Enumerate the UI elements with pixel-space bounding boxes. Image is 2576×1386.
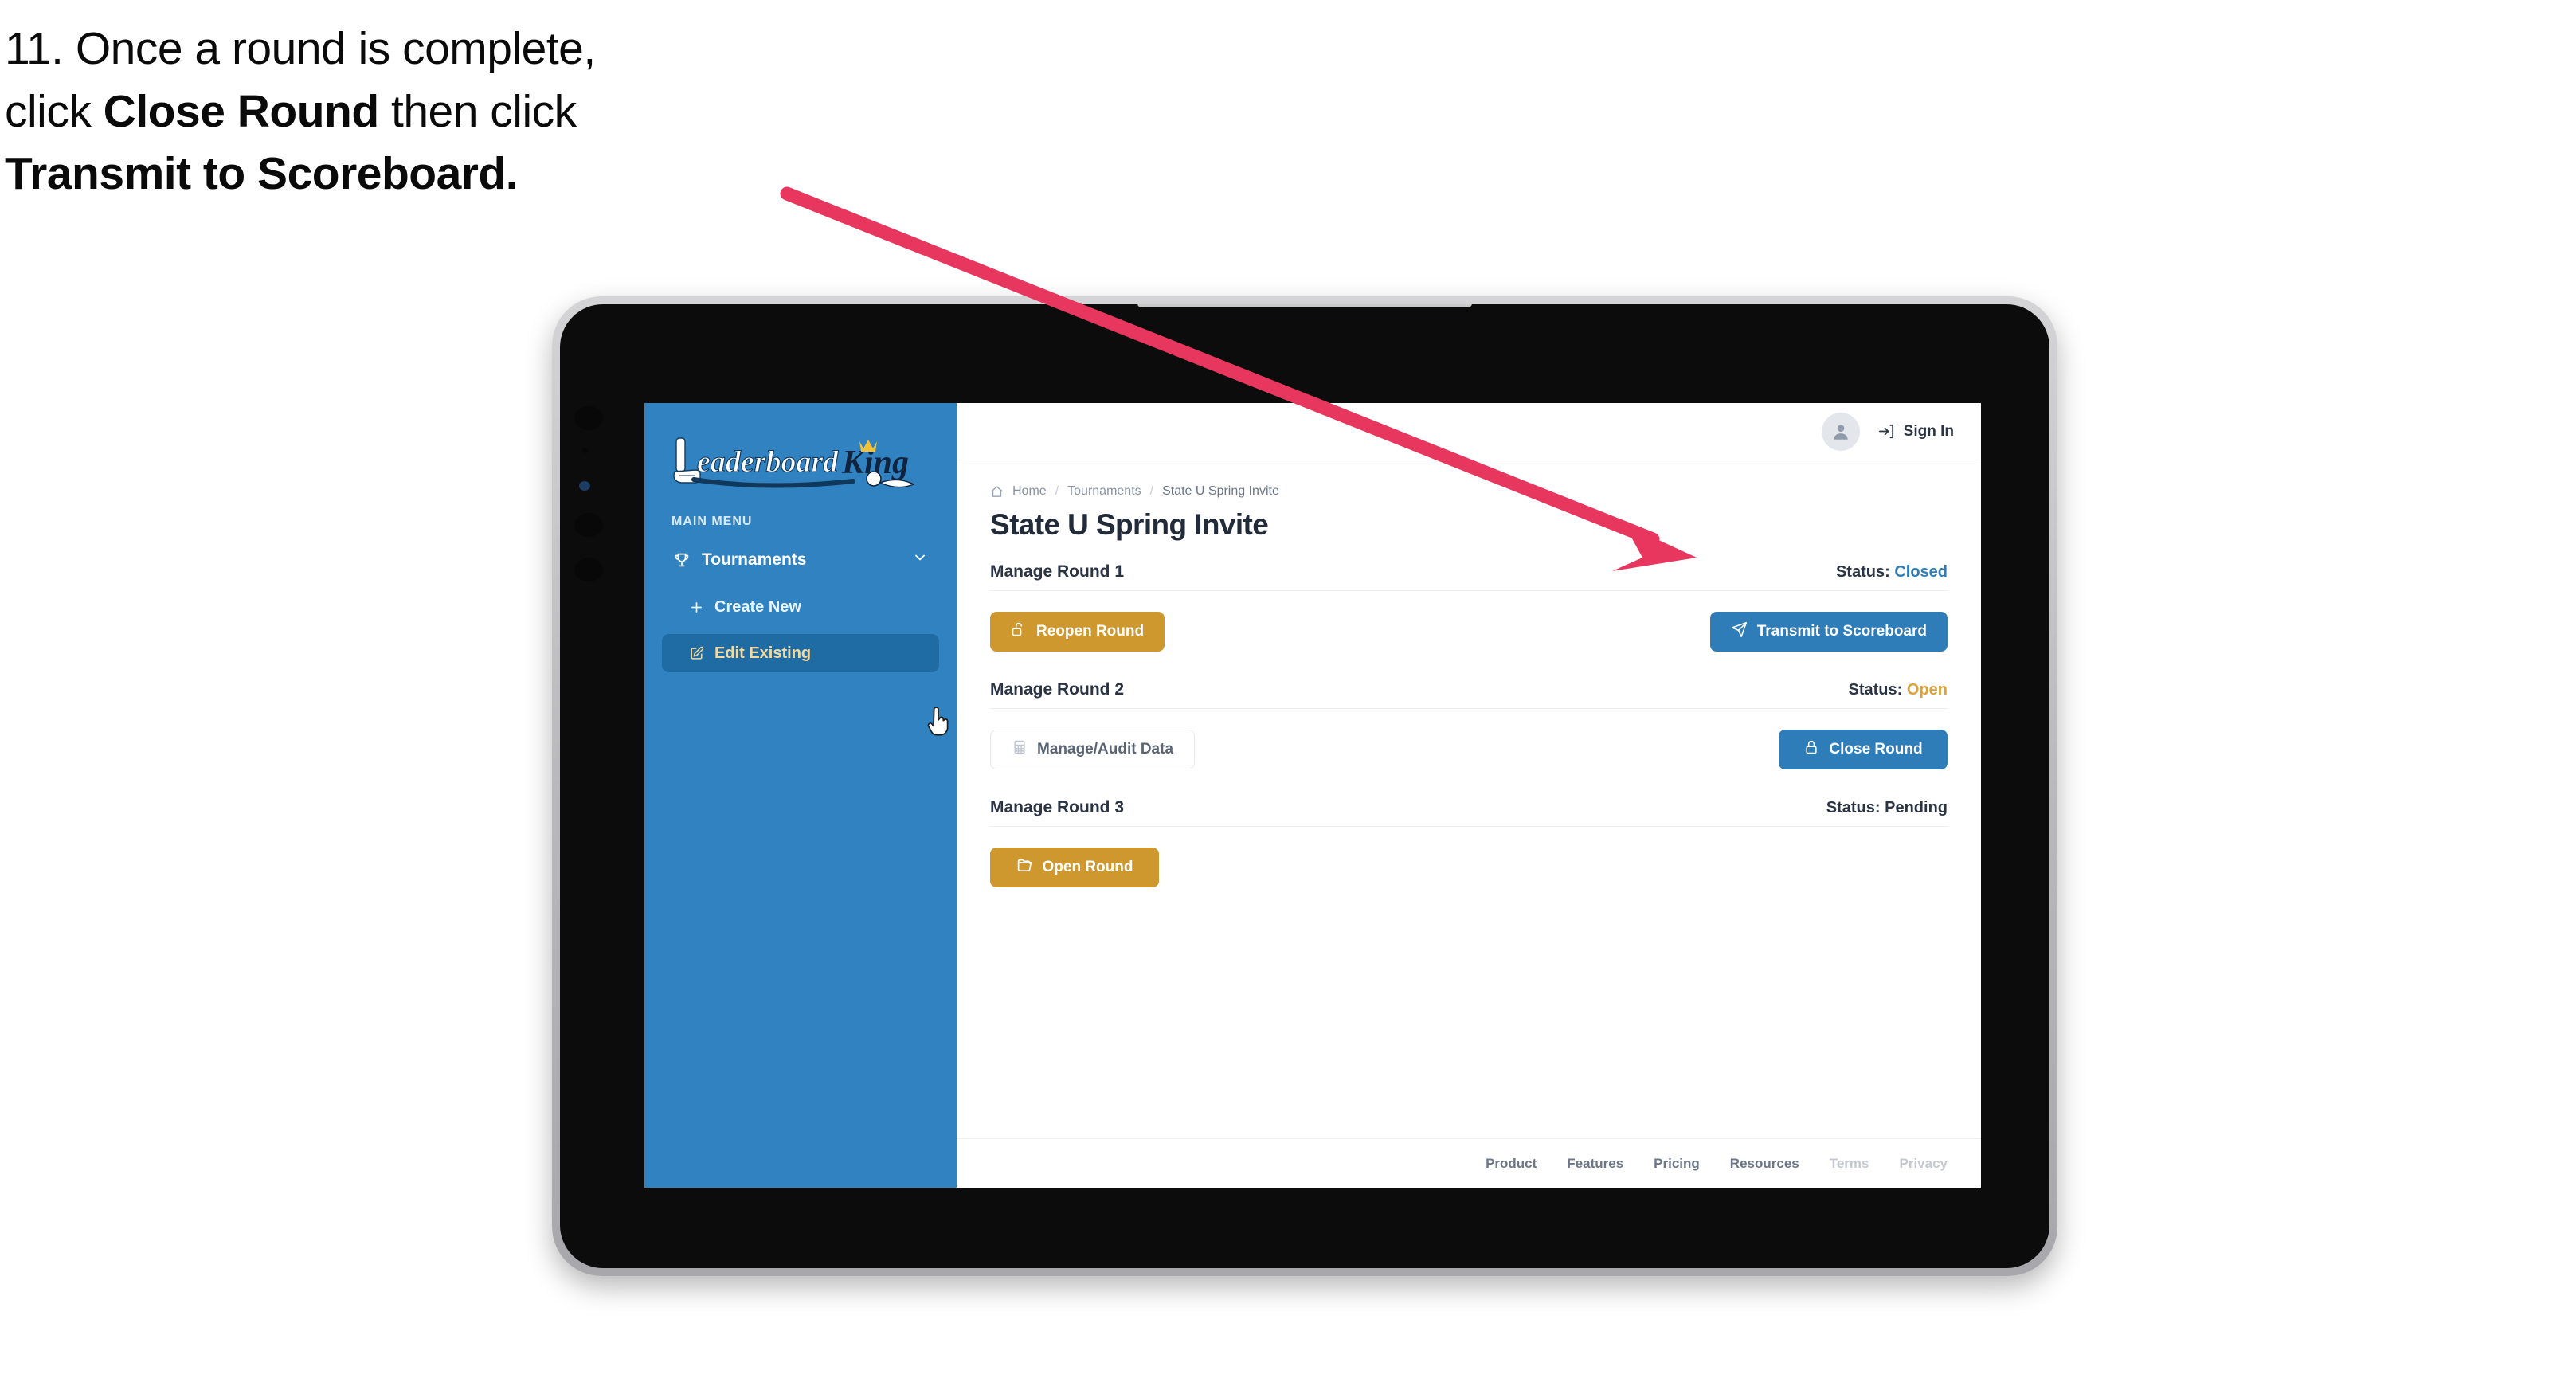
instruction-caption: 11. Once a round is complete, click Clos…: [5, 18, 849, 206]
round-section-1: Manage Round 1 Status: Closed Reopen Rou…: [990, 562, 1948, 660]
round-header-1: Manage Round 1 Status: Closed: [990, 562, 1948, 591]
instruction-line-2-suffix: then click: [378, 85, 577, 137]
sidebar-item-tournaments[interactable]: Tournaments: [662, 540, 939, 580]
round-name-2: Manage Round 2: [990, 680, 1125, 699]
breadcrumb-item-home[interactable]: Home: [1012, 484, 1047, 499]
page-content: Home / Tournaments / State U Spring Invi…: [957, 460, 1981, 1138]
manage-audit-data-button[interactable]: Manage/Audit Data: [990, 730, 1196, 769]
lock-icon: [1803, 739, 1819, 760]
transmit-to-scoreboard-button[interactable]: Transmit to Scoreboard: [1709, 612, 1948, 652]
sign-in-arrow-icon: [1878, 424, 1893, 439]
user-avatar-icon: [1834, 424, 1848, 440]
tablet-led-indicator: [579, 481, 590, 491]
plus-icon: [689, 600, 714, 615]
sign-in-label: Sign In: [1903, 422, 1954, 440]
transmit-to-scoreboard-label: Transmit to Scoreboard: [1756, 623, 1927, 640]
sidebar-item-create-new[interactable]: Create New: [662, 588, 939, 626]
app-topbar: Sign In: [957, 403, 1981, 460]
breadcrumb-separator: /: [1149, 484, 1154, 498]
tablet-speaker-dot-1: [574, 406, 603, 430]
round-body-3: Open Round: [990, 827, 1948, 895]
instruction-line-2-prefix: click: [5, 85, 104, 137]
open-round-button[interactable]: Open Round: [990, 848, 1159, 887]
sidebar-item-create-new-label: Create New: [714, 597, 801, 616]
round-header-3: Manage Round 3 Status: Pending: [990, 798, 1948, 827]
round-name-3: Manage Round 3: [990, 798, 1125, 816]
round-body-2: Manage/Audit Data Close Round: [990, 709, 1948, 777]
status-badge-3: Pending: [1885, 799, 1948, 816]
unlock-icon: [1011, 621, 1027, 642]
app-sidebar: eaderboard King MAIN MENU Tournaments Cr…: [644, 403, 957, 1188]
instruction-line-3: Transmit to Scoreboard.: [5, 143, 849, 206]
sign-in-button[interactable]: Sign In: [1877, 422, 1954, 440]
instruction-line-1-text: 11. Once a round is complete,: [5, 23, 596, 74]
tablet-screen-bezel: eaderboard King MAIN MENU Tournaments Cr…: [560, 304, 2049, 1268]
instruction-line-2-bold: Close Round: [103, 85, 380, 137]
folder-open-icon: [1016, 857, 1033, 879]
status-label-3: Status:: [1826, 799, 1881, 816]
breadcrumb-item-tournaments[interactable]: Tournaments: [1067, 484, 1141, 499]
close-round-button[interactable]: Close Round: [1779, 730, 1948, 769]
pointer-hand-cursor: [927, 707, 949, 736]
breadcrumb: Home / Tournaments / State U Spring Invi…: [990, 484, 1948, 499]
footer-link-terms[interactable]: Terms: [1830, 1156, 1869, 1172]
paper-plane-icon: [1731, 621, 1748, 643]
edit-square-icon: [689, 646, 714, 661]
app-viewport: eaderboard King MAIN MENU Tournaments Cr…: [644, 403, 1981, 1188]
avatar[interactable]: [1821, 412, 1860, 451]
tablet-top-notch: [1137, 304, 1472, 307]
instruction-line-3-bold: Transmit to Scoreboard.: [5, 148, 519, 200]
instruction-line-2: click Close Round then click: [5, 80, 849, 143]
footer-link-product[interactable]: Product: [1486, 1156, 1537, 1172]
round-header-2: Manage Round 2 Status: Open: [990, 680, 1948, 709]
screenshot-root: 11. Once a round is complete, click Clos…: [0, 0, 2576, 1386]
round-status-2: Status: Open: [1849, 681, 1948, 699]
app-main: Sign In Home / Tournaments / State U Spr…: [957, 403, 1981, 1188]
close-round-label: Close Round: [1829, 741, 1923, 758]
round-body-1: Reopen Round Transmit to Scoreboard: [990, 591, 1948, 660]
status-label-2: Status:: [1848, 681, 1903, 699]
home-icon: [990, 485, 1004, 499]
table-grid-icon: [1012, 739, 1028, 760]
sidebar-item-tournaments-label: Tournaments: [702, 550, 807, 569]
breadcrumb-item-current: State U Spring Invite: [1162, 484, 1279, 498]
round-section-2: Manage Round 2 Status: Open Manage/Audit…: [990, 680, 1948, 777]
tablet-speaker-dot-4: [574, 558, 603, 581]
chevron-down-icon[interactable]: [912, 550, 928, 570]
trophy-icon: [673, 551, 697, 569]
leaderboard-king-logo-icon: eaderboard King: [673, 437, 915, 488]
reopen-round-label: Reopen Round: [1036, 623, 1145, 640]
sidebar-item-edit-existing-label: Edit Existing: [714, 644, 812, 662]
manage-audit-data-label: Manage/Audit Data: [1037, 741, 1174, 758]
instruction-line-1: 11. Once a round is complete,: [5, 18, 849, 80]
open-round-label: Open Round: [1042, 859, 1133, 875]
app-footer: Product Features Pricing Resources Terms…: [957, 1138, 1981, 1188]
sidebar-item-edit-existing[interactable]: Edit Existing: [662, 634, 939, 672]
round-name-1: Manage Round 1: [990, 562, 1125, 581]
sidebar-section-label: MAIN MENU: [671, 515, 753, 528]
reopen-round-button[interactable]: Reopen Round: [990, 612, 1165, 652]
footer-link-pricing[interactable]: Pricing: [1654, 1156, 1700, 1172]
svg-text:eaderboard: eaderboard: [697, 445, 839, 479]
round-status-1: Status: Closed: [1836, 563, 1948, 581]
status-badge-1: Closed: [1894, 563, 1948, 581]
tablet-device: eaderboard King MAIN MENU Tournaments Cr…: [552, 296, 2057, 1276]
status-badge-2: Open: [1906, 681, 1948, 699]
footer-link-privacy[interactable]: Privacy: [1900, 1156, 1948, 1172]
footer-link-features[interactable]: Features: [1567, 1156, 1623, 1172]
footer-link-resources[interactable]: Resources: [1730, 1156, 1799, 1172]
round-status-3: Status: Pending: [1826, 799, 1948, 817]
brand-logo[interactable]: eaderboard King: [644, 421, 957, 497]
tablet-speaker-dot-2: [582, 448, 588, 453]
breadcrumb-separator: /: [1055, 484, 1059, 498]
page-title: State U Spring Invite: [990, 508, 1269, 541]
round-section-3: Manage Round 3 Status: Pending Open Roun…: [990, 798, 1948, 895]
status-label-1: Status:: [1835, 563, 1890, 581]
tablet-speaker-dot-3: [574, 513, 603, 537]
